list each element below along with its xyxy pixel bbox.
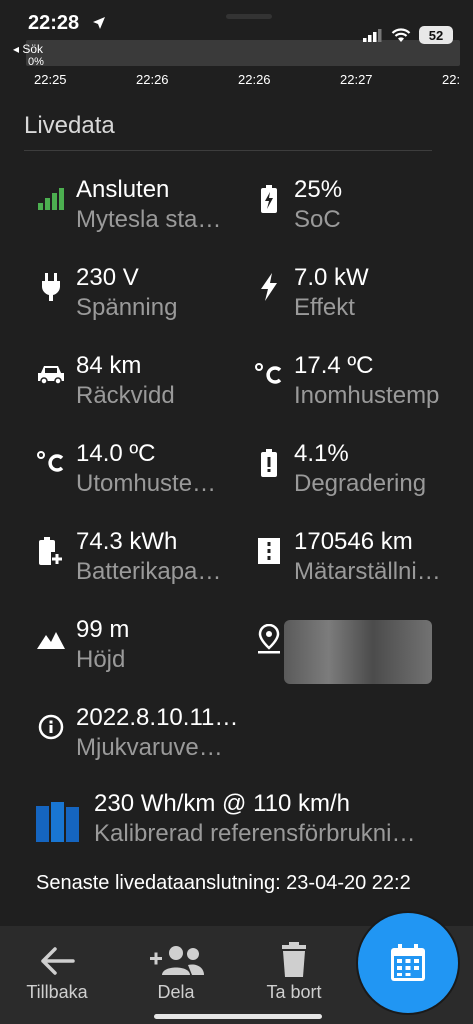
info-icon [36,712,66,742]
chart-time-axis: 22:25 22:26 22:26 22:27 22: [0,72,473,92]
arrow-left-icon [41,947,75,975]
connection-status-item: Ansluten Mytesla sta… [36,170,246,250]
indoor-temp-item: 17.4 ºC Inomhustemp [254,346,464,426]
back-button[interactable]: Tillbaka [7,934,107,1014]
celsius-icon [36,448,66,478]
last-connection-text: Senaste livedataanslutning: 23-04-20 22:… [36,872,411,894]
terrain-icon [36,624,66,654]
share-button[interactable]: Dela [126,934,226,1014]
section-title: Livedata [24,112,115,139]
battery-plus-icon [36,536,66,566]
soc-item: 25% SoC [254,170,464,250]
share-label: Dela [157,982,195,1002]
wifi-icon [391,27,411,42]
voltage-item: 230 V Spänning [36,258,246,338]
time-tick: 22:26 [136,72,169,87]
item-value: 99 m [76,616,130,643]
calibration-value: 230 Wh/km @ 110 km/h [94,790,351,817]
calendar-fab-button[interactable] [358,913,458,1013]
status-bar: 22:28 ◂ Sök 0% 52 [0,0,473,72]
time-tick: 22: [442,72,461,87]
odometer-icon [254,536,284,566]
item-label: Räckvidd [76,382,175,409]
elevation-item: 99 m Höjd [36,610,246,690]
add-people-icon [150,946,204,975]
chart-percent-label: 0% [28,56,44,68]
time-tick: 22:25 [34,72,67,87]
dynamic-island [226,14,272,19]
item-value: 25% [294,176,343,203]
item-label: Degradering [294,470,427,497]
lightning-bolt-icon [254,272,284,302]
item-value: 4.1% [294,440,349,467]
plug-icon [36,272,66,302]
range-item: 84 km Räckvidd [36,346,246,426]
item-label: Batterikapa… [76,558,222,585]
home-indicator [154,1014,322,1019]
item-label: Mjukvaruve… [76,734,223,761]
item-value: 84 km [76,352,142,379]
item-value: 2022.8.10.11… [76,704,239,731]
calendar-icon [391,944,425,981]
divider [24,150,432,151]
item-label: SoC [294,206,341,233]
power-item: 7.0 kW Effekt [254,258,464,338]
delete-label: Ta bort [266,982,322,1002]
item-value: Ansluten [76,176,170,203]
item-label: Utomhuste… [76,470,217,497]
item-value: 14.0 ºC [76,440,156,467]
calibration-label: Kalibrerad referensförbrukni… [94,820,416,847]
odometer-item: 170546 km Mätarställni… [254,522,464,602]
battery-alert-icon [254,448,284,478]
celsius-icon [254,360,284,390]
redacted-location [284,620,432,684]
back-to-search-link[interactable]: ◂ Sök [13,42,43,56]
signal-bars-icon [36,184,66,214]
location-arrow-icon [93,17,105,29]
battery-indicator: 52 [419,26,453,44]
clock: 22:28 [28,12,80,34]
item-label: Spänning [76,294,178,321]
time-tick: 22:27 [340,72,373,87]
item-value: 74.3 kWh [76,528,178,555]
cellular-signal-icon [363,29,382,42]
calibration-row: 230 Wh/km @ 110 km/h Kalibrerad referens… [36,788,456,858]
map-pin-icon [254,624,284,654]
status-icons: 52 [363,26,453,44]
trash-icon [282,942,306,977]
car-icon [36,360,66,390]
item-label: Mytesla sta… [76,206,222,233]
degradation-item: 4.1% Degradering [254,434,464,514]
item-value: 17.4 ºC [294,352,374,379]
item-value: 170546 km [294,528,413,555]
time-tick: 22:26 [238,72,271,87]
item-label: Effekt [294,294,355,321]
item-label: Inomhustemp [294,382,440,409]
delete-button[interactable]: Ta bort [244,934,344,1014]
outdoor-temp-item: 14.0 ºC Utomhuste… [36,434,246,514]
item-value: 7.0 kW [294,264,369,291]
bar-chart-icon [36,802,80,842]
software-version-item: 2022.8.10.11… Mjukvaruve… [36,698,246,778]
item-label: Mätarställni… [294,558,441,585]
battery-charging-icon [254,184,284,214]
back-label: Tillbaka [26,982,88,1002]
item-value: 230 V [76,264,139,291]
battery-capacity-item: 74.3 kWh Batterikapa… [36,522,246,602]
item-label: Höjd [76,646,126,673]
